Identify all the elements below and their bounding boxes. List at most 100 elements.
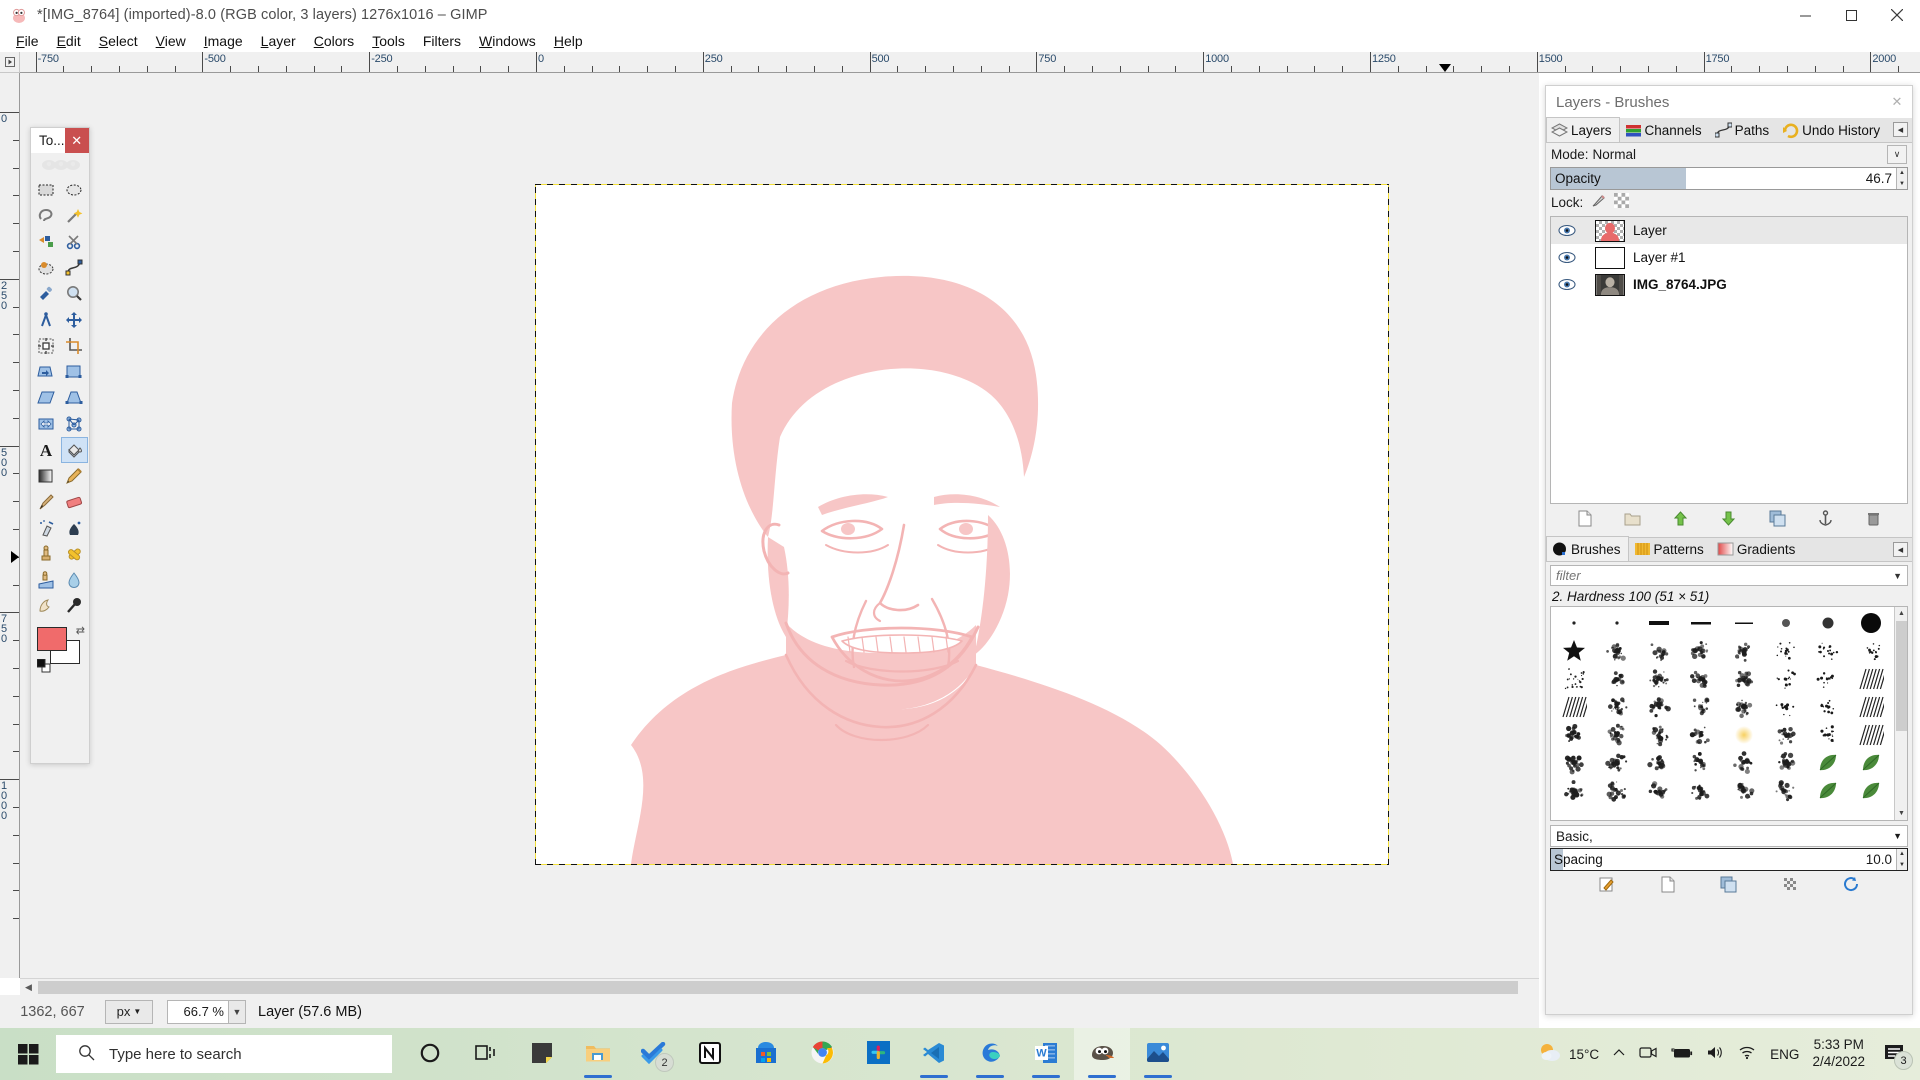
delete-brush-button[interactable] <box>1780 874 1800 894</box>
tag-chevron-down-icon[interactable]: ▼ <box>1893 831 1902 841</box>
spacing-value[interactable]: 10.0 <box>1563 849 1896 870</box>
mode-value[interactable]: Normal <box>1593 147 1637 162</box>
brush-swatch[interactable] <box>1638 777 1680 805</box>
brush-swatch[interactable] <box>1680 637 1722 665</box>
brushes-scroll-thumb[interactable] <box>1896 621 1907 731</box>
crop-tool[interactable] <box>61 333 88 359</box>
layer-row[interactable]: Layer #1 <box>1551 244 1907 271</box>
scissors-select-tool[interactable] <box>61 229 88 255</box>
wifi-icon[interactable] <box>1738 1045 1757 1063</box>
perspective-clone-tool[interactable] <box>33 567 60 593</box>
brush-swatch[interactable] <box>1680 777 1722 805</box>
spacing-spinner[interactable]: ▲ ▼ <box>1896 849 1907 870</box>
brush-swatch[interactable] <box>1723 609 1765 637</box>
menu-item-filters[interactable]: Filters <box>414 31 470 51</box>
maximize-button[interactable] <box>1828 0 1874 30</box>
taskbar-cortana-button[interactable] <box>402 1028 458 1080</box>
new-layer-group-button[interactable] <box>1622 509 1642 529</box>
canvas-horizontal-scrollbar[interactable]: ◀ <box>20 978 1539 995</box>
canvas-area[interactable] <box>20 73 1539 978</box>
brush-swatch[interactable] <box>1553 777 1595 805</box>
taskbar-sticky-notes-button[interactable] <box>514 1028 570 1080</box>
layer-visibility-eye-icon[interactable] <box>1551 278 1583 291</box>
brushes-scrollbar[interactable]: ▲ ▼ <box>1894 607 1907 820</box>
ink-tool[interactable] <box>61 515 88 541</box>
language-indicator[interactable]: ENG <box>1770 1047 1799 1062</box>
foreground-select-tool[interactable] <box>33 255 60 281</box>
taskbar-file-explorer-button[interactable] <box>570 1028 626 1080</box>
brush-swatch[interactable] <box>1638 721 1680 749</box>
speaker-icon[interactable] <box>1706 1045 1725 1063</box>
eraser-tool[interactable] <box>61 489 88 515</box>
brush-swatch[interactable] <box>1595 777 1637 805</box>
brush-swatch[interactable] <box>1553 749 1595 777</box>
ruler-unit-corner[interactable] <box>0 52 20 73</box>
scale-tool[interactable] <box>61 359 88 385</box>
menu-item-windows[interactable]: Windows <box>470 31 545 51</box>
toolbox-close-button[interactable]: ✕ <box>64 128 89 153</box>
brush-swatch[interactable] <box>1765 777 1807 805</box>
brush-scroll-down-icon[interactable]: ▼ <box>1895 807 1908 820</box>
taskbar-vscode-button[interactable] <box>906 1028 962 1080</box>
taskbar-task-view-button[interactable] <box>458 1028 514 1080</box>
spin-down-icon[interactable]: ▼ <box>1897 179 1907 190</box>
taskbar-word-button[interactable]: W <box>1018 1028 1074 1080</box>
brush-swatch[interactable] <box>1807 721 1849 749</box>
brush-swatch[interactable] <box>1723 721 1765 749</box>
brush-swatch[interactable] <box>1638 665 1680 693</box>
minimize-button[interactable] <box>1782 0 1828 30</box>
menu-item-select[interactable]: Select <box>90 31 147 51</box>
menu-item-tools[interactable]: Tools <box>363 31 414 51</box>
taskbar-gimp-button[interactable] <box>1074 1028 1130 1080</box>
taskbar-edge-button[interactable] <box>962 1028 1018 1080</box>
taskbar-microsoft-store-button[interactable] <box>738 1028 794 1080</box>
free-select-tool[interactable] <box>33 203 60 229</box>
menu-item-file[interactable]: File <box>7 31 48 51</box>
layers-list[interactable]: Layer Layer #1 IMG_8764.JPG <box>1550 216 1908 504</box>
brush-swatch[interactable] <box>1723 665 1765 693</box>
notifications-button[interactable]: 3 <box>1878 1034 1913 1074</box>
spin-up-icon[interactable]: ▲ <box>1897 168 1907 179</box>
taskbar-slack-button[interactable] <box>850 1028 906 1080</box>
weather-widget[interactable]: 15°C <box>1538 1042 1599 1067</box>
tab-patterns[interactable]: Patterns <box>1629 537 1712 561</box>
flip-tool[interactable] <box>33 411 60 437</box>
brush-swatch[interactable] <box>1595 665 1637 693</box>
text-tool[interactable]: A <box>33 437 60 463</box>
new-layer-button[interactable] <box>1574 509 1594 529</box>
brush-swatch[interactable] <box>1553 637 1595 665</box>
opacity-slider[interactable]: Opacity 46.7 ▲ ▼ <box>1550 167 1908 190</box>
tab-layers[interactable]: Layers <box>1546 117 1620 142</box>
taskbar-photos-button[interactable] <box>1130 1028 1186 1080</box>
scroll-left-arrow[interactable]: ◀ <box>20 979 37 996</box>
brush-swatch[interactable] <box>1680 693 1722 721</box>
zoom-value[interactable]: 66.7 % <box>167 999 229 1024</box>
brush-swatch[interactable] <box>1765 609 1807 637</box>
tab-gradients[interactable]: Gradients <box>1712 537 1804 561</box>
brush-swatch[interactable] <box>1723 777 1765 805</box>
taskbar-todoist-button[interactable]: 2 <box>626 1028 682 1080</box>
brush-swatch[interactable] <box>1850 665 1892 693</box>
menu-item-layer[interactable]: Layer <box>252 31 305 51</box>
anchor-layer-button[interactable] <box>1816 509 1836 529</box>
duplicate-brush-button[interactable] <box>1719 874 1739 894</box>
spacing-spin-up-icon[interactable]: ▲ <box>1897 849 1907 860</box>
tab-paths[interactable]: Paths <box>1710 118 1778 142</box>
brush-swatch[interactable] <box>1595 693 1637 721</box>
taskbar-search-box[interactable]: Type here to search <box>56 1035 392 1073</box>
brush-panel-menu-button[interactable]: ◀ <box>1893 542 1908 557</box>
cage-transform-tool[interactable] <box>61 411 88 437</box>
airbrush-tool[interactable] <box>33 515 60 541</box>
brush-swatch[interactable] <box>1850 637 1892 665</box>
brush-swatch[interactable] <box>1807 749 1849 777</box>
blur-sharpen-tool[interactable] <box>61 567 88 593</box>
horizontal-ruler[interactable]: -750 -500 -250 0 250 500 750 1000 1250 1500 1750 20… <box>20 52 1920 73</box>
brush-swatch[interactable] <box>1850 777 1892 805</box>
gradient-tool[interactable] <box>33 463 60 489</box>
meet-now-icon[interactable] <box>1639 1045 1658 1063</box>
brush-swatch[interactable] <box>1850 749 1892 777</box>
select-by-color-tool[interactable] <box>33 229 60 255</box>
smudge-tool[interactable] <box>33 593 60 619</box>
dock-close-button[interactable]: ✕ <box>1882 86 1912 118</box>
brushes-grid-container[interactable]: ▲ ▼ <box>1550 606 1908 821</box>
